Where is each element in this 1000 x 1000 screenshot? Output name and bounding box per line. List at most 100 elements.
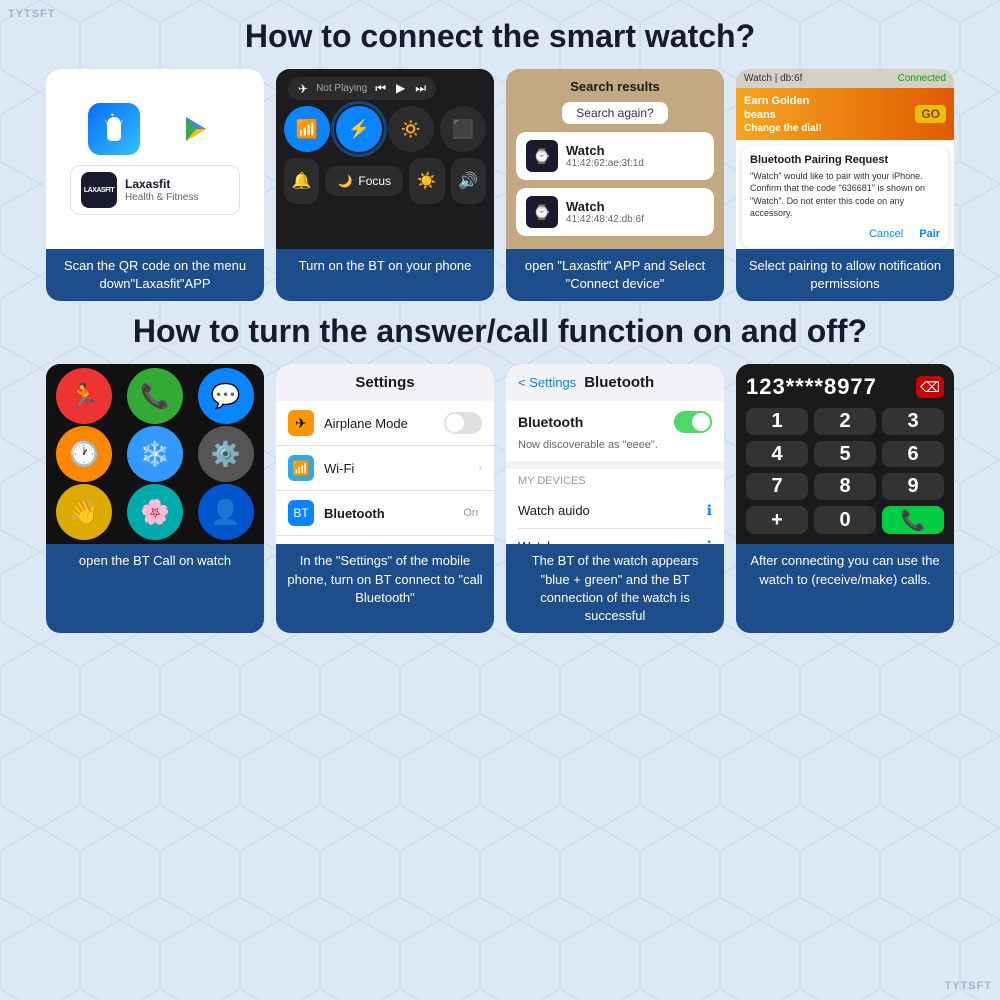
dialpad-key-3[interactable]: 3 <box>882 408 944 435</box>
card6-image: Settings ✈ Airplane Mode 📶 Wi-Fi › BT Bl… <box>276 364 494 544</box>
bt-cancel-btn[interactable]: Cancel <box>869 228 903 240</box>
connected-status: Connected <box>898 73 946 84</box>
play-icon: ▶ <box>396 81 405 96</box>
dialpad-key-9[interactable]: 9 <box>882 473 944 500</box>
bt-dialog-title: Bluetooth Pairing Request <box>750 154 940 166</box>
bt-toggle-row: Bluetooth <box>518 411 712 433</box>
airplane-toggle[interactable] <box>444 412 482 434</box>
bt-game-banner: Earn Golden beans Change the dial! GO <box>736 88 954 140</box>
rewind-icon: ⏮ <box>375 81 386 96</box>
wf-clock-icon: 🕐 <box>56 426 112 482</box>
cc-top-bar: ✈ Not Playing ⏮ ▶ ⏭ <box>284 77 486 100</box>
settings-ui: Settings ✈ Airplane Mode 📶 Wi-Fi › BT Bl… <box>276 364 494 544</box>
bluetooth-icon: BT <box>288 500 314 526</box>
app-icons-top-row <box>88 103 222 155</box>
dialpad-key-2[interactable]: 2 <box>814 408 876 435</box>
cc-wifi-btn[interactable]: 📶 <box>284 106 330 152</box>
dialpad-key-6[interactable]: 6 <box>882 441 944 468</box>
cc-brightness-btn[interactable]: ☀️ <box>409 158 444 204</box>
not-playing-label: Not Playing <box>316 83 367 94</box>
bt-device-info-2[interactable]: ℹ <box>707 538 712 544</box>
dialpad-delete-btn[interactable]: ⌫ <box>916 376 944 398</box>
card-open-app: Search results Search again? ⌚ Watch 41:… <box>506 69 724 301</box>
card-open-bt-call: 🏃 📞 💬 🕐 ❄️ ⚙️ 👋 🌸 👤 open the BT Call on … <box>46 364 264 633</box>
wf-message-icon: 💬 <box>198 368 254 424</box>
dialpad-key-5[interactable]: 5 <box>814 441 876 468</box>
cc-playback-controls: ⏮ ▶ ⏭ <box>375 81 426 96</box>
card3-image: Search results Search again? ⌚ Watch 41:… <box>506 69 724 249</box>
dialpad-call-btn[interactable]: 📞 <box>882 506 944 535</box>
bt-device-watch[interactable]: Watch ℹ <box>518 529 712 544</box>
card6-label: In the "Settings" of the mobile phone, t… <box>276 544 494 615</box>
cc-icons-row2: 🔔 🌙 Focus ☀️ 🔊 <box>284 158 486 204</box>
cc-bluetooth-btn[interactable]: ⚡ <box>336 106 382 152</box>
laxasfit-tagline: Health & Fitness <box>125 192 198 203</box>
cc-more-btn[interactable]: 🔅 <box>388 106 434 152</box>
my-devices-label: MY DEVICES <box>518 475 712 487</box>
card2-image: ✈ Not Playing ⏮ ▶ ⏭ 📶 ⚡ <box>276 69 494 249</box>
card1-label: Scan the QR code on the menu down"Laxasf… <box>46 249 264 301</box>
settings-cellular[interactable]: 📱 Cellular › <box>276 536 494 544</box>
search-again-btn[interactable]: Search again? <box>562 102 667 124</box>
dialpad-key-4[interactable]: 4 <box>746 441 808 468</box>
forward-icon: ⏭ <box>415 81 426 96</box>
bt-device-name-2: Watch <box>518 539 554 544</box>
card7-label: The BT of the watch appears "blue + gree… <box>506 544 724 633</box>
section1-title: How to connect the smart watch? <box>30 18 970 55</box>
watch-result-1[interactable]: ⌚ Watch 41:42:62:ae:3f:1d <box>516 132 714 180</box>
card7-image: < Settings Bluetooth Bluetooth Now disco… <box>506 364 724 544</box>
card1-image: LAXASFIT Laxasfit Health & Fitness <box>46 69 264 249</box>
card-turn-on-bt: ✈ Not Playing ⏮ ▶ ⏭ 📶 ⚡ <box>276 69 494 301</box>
wf-flower-icon: 🌸 <box>127 484 183 540</box>
watermark-top-left: TYTSFT <box>8 8 56 20</box>
card-scan-qr: LAXASFIT Laxasfit Health & Fitness Scan … <box>46 69 264 301</box>
focus-label: Focus <box>358 174 391 188</box>
airplane-mode-icon: ✈ <box>288 410 314 436</box>
bt-settings-ui: < Settings Bluetooth Bluetooth Now disco… <box>506 364 724 544</box>
bt-device-info-1[interactable]: ℹ <box>707 502 712 519</box>
bt-device-name-1: Watch auido <box>518 503 590 518</box>
dialpad-key-1[interactable]: 1 <box>746 408 808 435</box>
bt-dialog-text: "Watch" would like to pair with your iPh… <box>750 170 940 220</box>
laxasfit-app-row: LAXASFIT Laxasfit Health & Fitness <box>70 165 240 215</box>
bt-device-watch-audio[interactable]: Watch auido ℹ <box>518 493 712 529</box>
airplane-label: Airplane Mode <box>324 416 434 431</box>
watermark-bottom-right: TYTSFT <box>944 980 992 992</box>
watch-info-2: Watch 41:42:48:42:db:6f <box>566 199 644 225</box>
wifi-icon: 📶 <box>288 455 314 481</box>
bluetooth-value: On <box>463 507 478 519</box>
cc-alarm-btn[interactable]: 🔔 <box>284 158 319 204</box>
dialpad-key-0[interactable]: 0 <box>814 506 876 535</box>
bt-pairing-ui: Watch | db:6f Connected Earn Golden bean… <box>736 69 954 249</box>
watch-face-ui: 🏃 📞 💬 🕐 ❄️ ⚙️ 👋 🌸 👤 <box>46 364 264 544</box>
card3-label: open "Laxasfit" APP and Select "Connect … <box>506 249 724 301</box>
cc-screen-btn[interactable]: ⬛ <box>440 106 486 152</box>
dialpad-key-8[interactable]: 8 <box>814 473 876 500</box>
settings-wifi[interactable]: 📶 Wi-Fi › <box>276 446 494 491</box>
bt-settings-header: < Settings Bluetooth <box>506 364 724 401</box>
app-store-icon <box>88 103 140 155</box>
cc-focus-btn[interactable]: 🌙 Focus <box>325 166 403 196</box>
dialpad-key-plus[interactable]: + <box>746 506 808 535</box>
go-btn[interactable]: GO <box>915 105 946 123</box>
laxasfit-logo: LAXASFIT <box>81 172 117 208</box>
laxasfit-name: Laxasfit <box>125 177 198 191</box>
wf-phone-icon: 📞 <box>127 368 183 424</box>
dialpad-key-7[interactable]: 7 <box>746 473 808 500</box>
card5-image: 🏃 📞 💬 🕐 ❄️ ⚙️ 👋 🌸 👤 <box>46 364 264 544</box>
cc-volume-btn[interactable]: 🔊 <box>451 158 486 204</box>
bt-pair-btn[interactable]: Pair <box>919 228 940 240</box>
bt-back-btn[interactable]: < Settings <box>518 375 576 390</box>
wf-settings-icon: ⚙️ <box>198 426 254 482</box>
bt-ring <box>331 101 387 157</box>
section1-cards-row: LAXASFIT Laxasfit Health & Fitness Scan … <box>30 69 970 301</box>
settings-airplane[interactable]: ✈ Airplane Mode <box>276 401 494 446</box>
card5-label: open the BT Call on watch <box>46 544 264 578</box>
settings-bluetooth[interactable]: BT Bluetooth On <box>276 491 494 536</box>
search-results-ui: Search results Search again? ⌚ Watch 41:… <box>506 69 724 249</box>
banner-sub: Change the dial! <box>744 123 822 134</box>
bt-devices-section: MY DEVICES Watch auido ℹ Watch ℹ <box>506 469 724 544</box>
watch-result-2[interactable]: ⌚ Watch 41:42:48:42:db:6f <box>516 188 714 236</box>
card2-label: Turn on the BT on your phone <box>276 249 494 283</box>
bt-toggle[interactable] <box>674 411 712 433</box>
